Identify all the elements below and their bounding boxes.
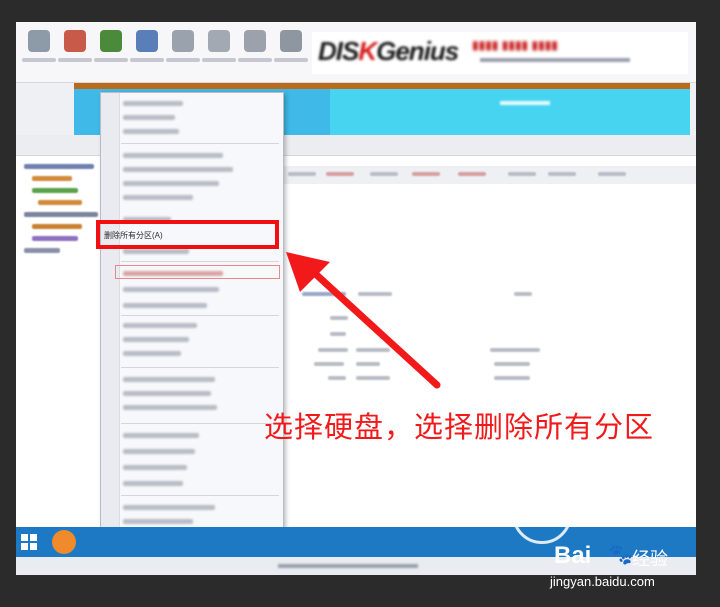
- baidu-brand: Bai: [554, 542, 592, 569]
- watermark-blurred-text: ▮▮▮▮: [580, 500, 625, 522]
- baidu-brand-suffix: 经验: [632, 549, 668, 569]
- baidu-url: jingyan.baidu.com: [550, 574, 655, 589]
- annotation-text: 选择硬盘，选择删除所有分区: [264, 410, 655, 444]
- watermark-logo: [512, 484, 572, 544]
- paw-icon: 🐾: [608, 544, 633, 566]
